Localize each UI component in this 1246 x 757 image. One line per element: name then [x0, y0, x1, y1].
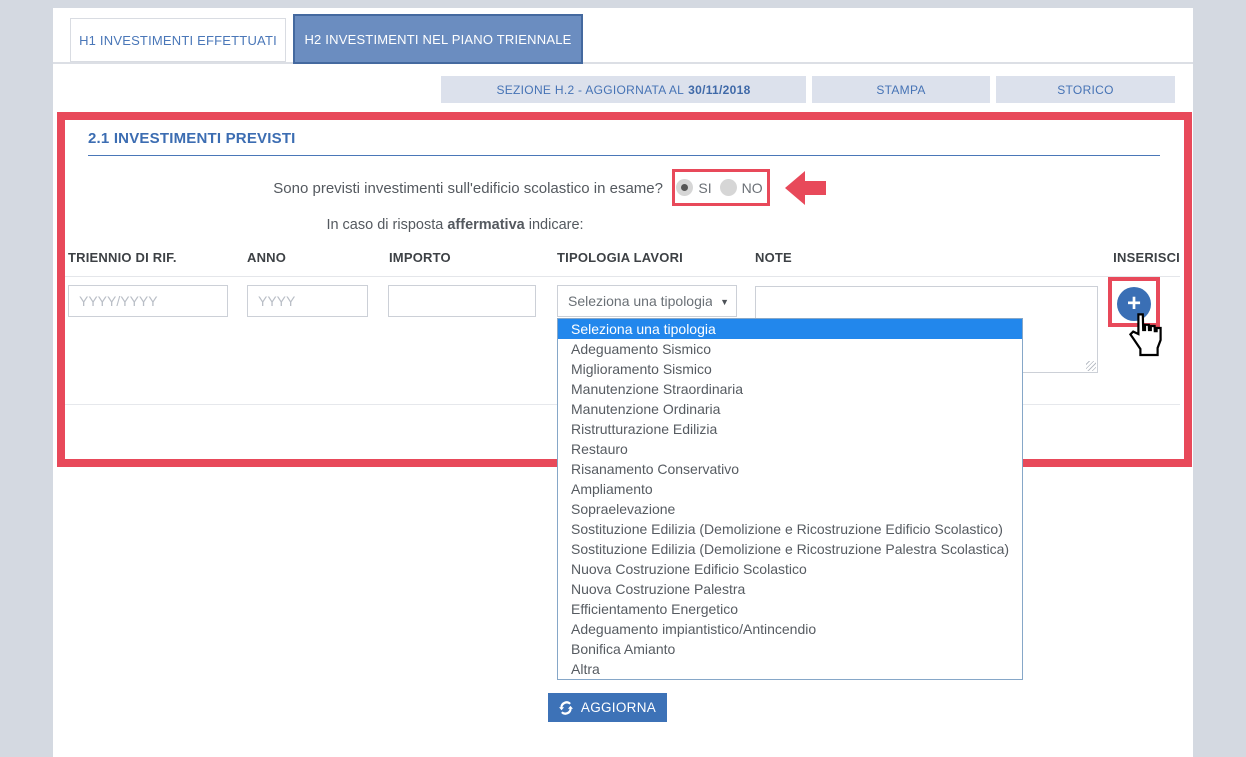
dropdown-option[interactable]: Sostituzione Edilizia (Demolizione e Ric… [558, 519, 1022, 539]
annotation-arrow-icon [784, 170, 826, 211]
cursor-hand-icon [1126, 312, 1164, 363]
radio-si-label: SI [698, 180, 711, 196]
hint-text: In caso di risposta affermativa indicare… [240, 217, 670, 233]
page-background-top [0, 0, 1246, 8]
radio-si[interactable] [676, 179, 693, 196]
section-title: 2.1 INVESTIMENTI PREVISTI [88, 130, 296, 147]
dropdown-option[interactable]: Bonifica Amianto [558, 639, 1022, 659]
header-note: NOTE [755, 250, 792, 265]
dropdown-option[interactable]: Adeguamento Sismico [558, 339, 1022, 359]
section-status-text: SEZIONE H.2 - AGGIORNATA AL [496, 83, 684, 97]
header-anno: ANNO [247, 250, 286, 265]
resize-grip-icon[interactable] [1086, 361, 1096, 371]
dropdown-option[interactable]: Sostituzione Edilizia (Demolizione e Ric… [558, 539, 1022, 559]
section-status-button[interactable]: SEZIONE H.2 - AGGIORNATA AL 30/11/2018 [441, 76, 806, 103]
tab-h1-investimenti-effettuati[interactable]: H1 INVESTIMENTI EFFETTUATI [70, 18, 286, 62]
header-inserisci: INSERISCI [1100, 250, 1180, 265]
dropdown-option[interactable]: Ristrutturazione Edilizia [558, 419, 1022, 439]
triennio-input[interactable] [68, 285, 228, 317]
stampa-button[interactable]: STAMPA [812, 76, 990, 103]
header-tipologia: TIPOLOGIA LAVORI [557, 250, 683, 265]
dropdown-option[interactable]: Restauro [558, 439, 1022, 459]
radio-group-highlight-box: SI NO [672, 169, 770, 206]
aggiorna-label: AGGIORNA [581, 700, 656, 715]
refresh-icon [559, 701, 573, 715]
dropdown-option[interactable]: Risanamento Conservativo [558, 459, 1022, 479]
dropdown-option[interactable]: Nuova Costruzione Edificio Scolastico [558, 559, 1022, 579]
tipologia-select-value: Seleziona una tipologia [568, 293, 712, 309]
dropdown-option[interactable]: Altra [558, 659, 1022, 679]
hint-suffix: indicare: [525, 217, 584, 233]
aggiorna-button[interactable]: AGGIORNA [548, 693, 667, 722]
radio-no-label: NO [742, 180, 763, 196]
header-triennio: TRIENNIO DI RIF. [68, 250, 177, 265]
investments-question: Sono previsti investimenti sull'edificio… [88, 180, 663, 197]
radio-no[interactable] [720, 179, 737, 196]
importo-input[interactable] [388, 285, 536, 317]
dropdown-option[interactable]: Sopraelevazione [558, 499, 1022, 519]
dropdown-option[interactable]: Seleziona una tipologia [558, 319, 1022, 339]
dropdown-option[interactable]: Miglioramento Sismico [558, 359, 1022, 379]
dropdown-option[interactable]: Nuova Costruzione Palestra [558, 579, 1022, 599]
dropdown-option[interactable]: Manutenzione Ordinaria [558, 399, 1022, 419]
tabs-divider [53, 62, 1193, 64]
tipologia-dropdown: Seleziona una tipologiaAdeguamento Sismi… [557, 318, 1023, 680]
storico-button[interactable]: STORICO [996, 76, 1175, 103]
dropdown-option[interactable]: Manutenzione Straordinaria [558, 379, 1022, 399]
anno-input[interactable] [247, 285, 368, 317]
section-title-underline [88, 155, 1160, 156]
hint-prefix: In caso di risposta [326, 217, 447, 233]
table-header-divider [65, 276, 1180, 277]
dropdown-option[interactable]: Efficientamento Energetico [558, 599, 1022, 619]
dropdown-option[interactable]: Ampliamento [558, 479, 1022, 499]
page: H1 INVESTIMENTI EFFETTUATI H2 INVESTIMEN… [0, 0, 1246, 757]
hint-bold: affermativa [447, 217, 524, 233]
page-background-left [0, 0, 53, 757]
section-status-date: 30/11/2018 [688, 83, 750, 97]
page-background-right [1193, 0, 1246, 757]
header-importo: IMPORTO [389, 250, 451, 265]
chevron-down-icon: ▼ [720, 297, 729, 307]
tab-h2-investimenti-piano-triennale[interactable]: H2 INVESTIMENTI NEL PIANO TRIENNALE [293, 14, 583, 64]
dropdown-option[interactable]: Adeguamento impiantistico/Antincendio [558, 619, 1022, 639]
tipologia-select[interactable]: Seleziona una tipologia ▼ [557, 285, 737, 317]
